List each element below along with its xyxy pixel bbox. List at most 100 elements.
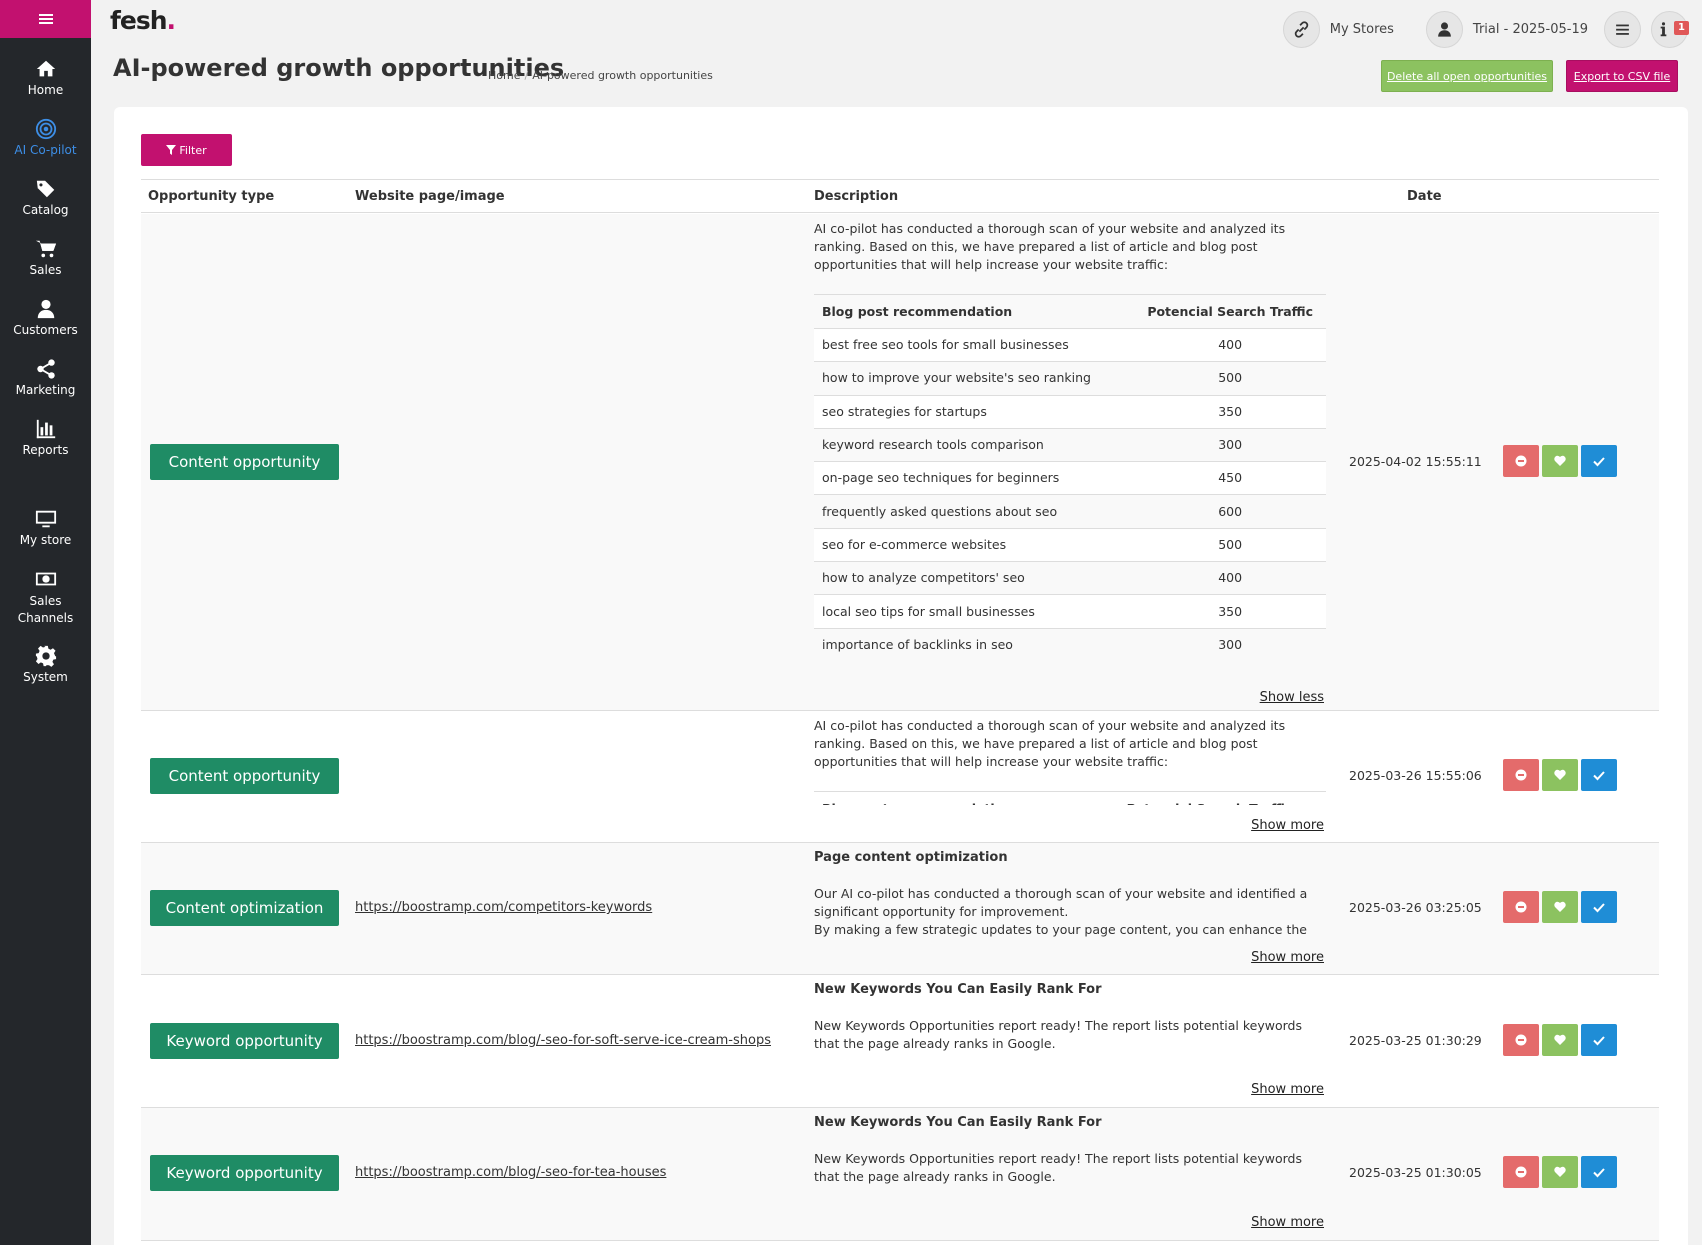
- sidebar-item-label: AI Co-pilot: [14, 143, 77, 157]
- row-actions: [1503, 445, 1617, 477]
- description-body: Page content optimization Our AI co-pilo…: [814, 849, 1326, 939]
- heart-icon: [1554, 455, 1566, 466]
- show-more-link[interactable]: Show more: [1251, 1082, 1324, 1097]
- rec-header-traffic: Potencial Search Traffic: [1092, 791, 1326, 805]
- rec-traffic: 300: [1134, 627, 1326, 662]
- show-more-link[interactable]: Show more: [1251, 818, 1324, 833]
- filter-label: Filter: [179, 143, 207, 157]
- favorite-button[interactable]: [1542, 1024, 1578, 1056]
- rec-topic: how to improve your website's seo rankin…: [814, 361, 1135, 396]
- sidebar-item-reports[interactable]: Reports: [0, 406, 91, 466]
- opportunity-date: 2025-04-02 15:55:11: [1349, 454, 1482, 469]
- delete-all-opportunities-button[interactable]: Delete all open opportunities: [1381, 60, 1553, 92]
- table-row: Content opportunity AI co-pilot has cond…: [141, 214, 1659, 711]
- stores-button[interactable]: [1282, 11, 1320, 48]
- recommendation-row: how to improve your website's seo rankin…: [814, 361, 1326, 396]
- reject-button[interactable]: [1503, 891, 1539, 923]
- website-page-link[interactable]: https://boostramp.com/blog/-seo-for-soft…: [355, 1033, 771, 1048]
- sidebar-item-home[interactable]: Home: [0, 46, 91, 106]
- reject-button[interactable]: [1503, 1024, 1539, 1056]
- topbar-actions: My Stores Trial - 2025-05-19 1: [1282, 11, 1689, 48]
- sidebar-item-system[interactable]: System: [0, 633, 91, 693]
- row-description: AI co-pilot has conducted a thorough sca…: [814, 717, 1326, 805]
- reject-button[interactable]: [1503, 759, 1539, 791]
- description-heading: New Keywords You Can Easily Rank For: [814, 1115, 1102, 1130]
- approve-button[interactable]: [1581, 891, 1617, 923]
- rec-traffic: 350: [1134, 394, 1326, 429]
- heart-icon: [1554, 1034, 1566, 1045]
- table-row: Content opportunity AI co-pilot has cond…: [141, 711, 1659, 843]
- reject-button[interactable]: [1503, 445, 1539, 477]
- rec-topic: importance of backlinks in seo: [814, 627, 1135, 662]
- approve-button[interactable]: [1581, 1156, 1617, 1188]
- sidebar-item-sales[interactable]: Sales: [0, 226, 91, 286]
- show-more-link[interactable]: Show more: [1251, 1215, 1324, 1230]
- opportunity-type-badge: Content opportunity: [150, 444, 339, 480]
- column-header-description: Description: [814, 189, 899, 204]
- website-page-link[interactable]: https://boostramp.com/competitors-keywor…: [355, 900, 652, 915]
- recommendation-row: how to analyze competitors' seo 400: [814, 561, 1326, 595]
- approve-button[interactable]: [1581, 759, 1617, 791]
- row-actions: [1503, 891, 1617, 923]
- heart-icon: [1554, 1166, 1566, 1177]
- rec-topic: local seo tips for small businesses: [814, 594, 1135, 629]
- main-menu-button[interactable]: [1604, 11, 1641, 48]
- rec-topic: seo strategies for startups: [814, 394, 1135, 429]
- app-logo[interactable]: fesh.: [110, 6, 176, 35]
- sidebar-item-customers[interactable]: Customers: [0, 286, 91, 346]
- sidebar-item-label: System: [23, 670, 68, 684]
- heart-icon: [1554, 769, 1566, 780]
- rec-traffic: 500: [1134, 527, 1326, 562]
- description-text: Our AI co-pilot has conducted a thorough…: [814, 886, 1308, 919]
- approve-button[interactable]: [1581, 445, 1617, 477]
- recommendation-row: seo for e-commerce websites 500: [814, 527, 1326, 562]
- rec-topic: on-page seo techniques for beginners: [814, 461, 1135, 495]
- recommendation-row: keyword research tools comparison 300: [814, 427, 1326, 462]
- rec-traffic: 400: [1134, 561, 1326, 595]
- minus-circle-icon: [1515, 1166, 1527, 1178]
- favorite-button[interactable]: [1542, 1156, 1578, 1188]
- link-icon: [1294, 21, 1308, 38]
- rec-topic: best free seo tools for small businesses: [814, 327, 1135, 362]
- breadcrumb: Home / AI-powered growth opportunities: [488, 69, 713, 82]
- show-less-link[interactable]: Show less: [1260, 690, 1324, 705]
- recommendation-table: Blog post recommendation Potencial Searc…: [814, 294, 1326, 662]
- opportunity-date: 2025-03-26 15:55:06: [1349, 768, 1482, 783]
- ai-copilot-icon: [35, 118, 56, 140]
- notification-count-badge: 1: [1674, 21, 1689, 35]
- account-label[interactable]: Trial - 2025-05-19: [1473, 22, 1588, 37]
- show-more-link[interactable]: Show more: [1251, 950, 1324, 965]
- column-header-opportunity-type: Opportunity type: [148, 189, 275, 204]
- logo-dot: .: [166, 6, 176, 35]
- sidebar-item-my-store[interactable]: My store: [0, 496, 91, 556]
- sidebar-toggle-button[interactable]: [0, 0, 91, 38]
- filter-button[interactable]: Filter: [141, 134, 232, 166]
- sidebar-item-marketing[interactable]: Marketing: [0, 346, 91, 406]
- favorite-button[interactable]: [1542, 445, 1578, 477]
- minus-circle-icon: [1515, 769, 1527, 781]
- tags-icon: [36, 180, 54, 198]
- account-avatar-button[interactable]: [1425, 11, 1463, 48]
- sidebar-item-sales-channels[interactable]: Sales Channels: [0, 556, 91, 633]
- approve-button[interactable]: [1581, 1024, 1617, 1056]
- reject-button[interactable]: [1503, 1156, 1539, 1188]
- description-heading: New Keywords You Can Easily Rank For: [814, 982, 1102, 997]
- opportunity-date: 2025-03-26 03:25:05: [1349, 900, 1482, 915]
- cart-icon: [35, 240, 56, 258]
- export-csv-button[interactable]: Export to CSV file: [1566, 60, 1678, 92]
- breadcrumb-current: AI-powered growth opportunities: [532, 69, 713, 82]
- recommendation-row: best free seo tools for small businesses…: [814, 327, 1326, 362]
- favorite-button[interactable]: [1542, 759, 1578, 791]
- website-page-link[interactable]: https://boostramp.com/blog/-seo-for-tea-…: [355, 1165, 666, 1180]
- sidebar-item-ai-copilot[interactable]: AI Co-pilot: [0, 106, 91, 166]
- row-description: New Keywords You Can Easily Rank For New…: [814, 981, 1326, 1053]
- opportunity-type-badge: Keyword opportunity: [150, 1155, 339, 1191]
- check-icon: [1593, 457, 1605, 467]
- sidebar-item-catalog[interactable]: Catalog: [0, 166, 91, 226]
- my-stores-link[interactable]: My Stores: [1330, 22, 1394, 37]
- favorite-button[interactable]: [1542, 891, 1578, 923]
- notifications-button[interactable]: 1: [1651, 11, 1689, 48]
- info-icon: [1660, 22, 1667, 37]
- row-description: Page content optimization Our AI co-pilo…: [814, 849, 1326, 939]
- breadcrumb-home-link[interactable]: Home: [488, 69, 520, 82]
